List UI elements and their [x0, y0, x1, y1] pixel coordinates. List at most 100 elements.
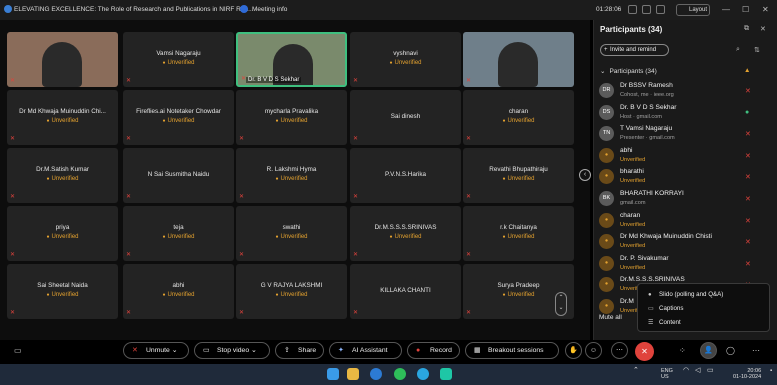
whatsapp-icon[interactable]	[394, 368, 406, 380]
language-indicator[interactable]: ENG US	[661, 368, 673, 380]
mic-muted-icon[interactable]: ✕	[745, 173, 751, 181]
fullscreen-icon[interactable]	[656, 5, 665, 14]
search-icon[interactable]: ⌕	[736, 46, 740, 54]
participant-tile[interactable]: Sai dinesh ✕	[350, 90, 461, 145]
participants-toggle-icon[interactable]: 👤	[700, 342, 717, 359]
mic-muted-icon: ✕	[10, 252, 16, 258]
mic-muted-icon[interactable]: ✕	[745, 87, 751, 95]
mic-muted-icon[interactable]: ✕	[745, 195, 751, 203]
menu-item-captions[interactable]: ▭ Captions	[648, 305, 683, 312]
participant-tile[interactable]: R. Lakshmi Hyma Unverified ✕	[236, 148, 347, 203]
mic-on-icon[interactable]: ●	[745, 109, 749, 116]
close-panel-icon[interactable]: ✕	[760, 25, 766, 33]
telegram-icon[interactable]	[417, 368, 429, 380]
mic-muted-icon[interactable]: ✕	[745, 238, 751, 246]
reactions-icon[interactable]: ☺	[585, 342, 602, 359]
participant-row[interactable]: TN T Vamsi Nagaraju Presenter · gmail.com ✕	[598, 123, 776, 145]
start-icon[interactable]	[327, 368, 339, 380]
participant-tile[interactable]: r.k Chaitanya Unverified ✕	[463, 206, 574, 261]
participant-tile[interactable]: priya Unverified ✕	[7, 206, 118, 261]
participant-tile[interactable]: teja Unverified ✕	[123, 206, 234, 261]
participant-tile[interactable]: vyshnavi Unverified ✕	[350, 32, 461, 87]
participant-row[interactable]: ● abhi Unverified ✕	[598, 145, 776, 167]
mute-all-button[interactable]: Mute all	[599, 314, 622, 321]
chevron-down-icon: ⌄	[600, 68, 606, 75]
participant-row[interactable]: DS Dr. B V D S Sekhar Host · gmail.com ●	[598, 102, 776, 124]
participant-role: Presenter · gmail.com	[620, 135, 675, 142]
share-button[interactable]: ⇪ Share	[275, 342, 324, 359]
meeting-info-link[interactable]: Meeting info	[252, 6, 287, 13]
mic-muted-icon[interactable]: ✕	[745, 260, 751, 268]
clock[interactable]: 20:06 01-10-2024	[733, 368, 761, 380]
mic-muted-icon[interactable]: ✕	[745, 217, 751, 225]
participant-row[interactable]: ● Dr Md Khwaja Muinuddin Chisti Unverified…	[598, 231, 776, 253]
people-icon[interactable]	[642, 5, 651, 14]
participant-tile[interactable]: swathi Unverified ✕	[236, 206, 347, 261]
participant-tile[interactable]: Dr.M.Satish Kumar Unverified ✕	[7, 148, 118, 203]
unverified-badge: Unverified	[463, 234, 574, 240]
participant-row[interactable]: ● bharathi Unverified ✕	[598, 166, 776, 188]
notifications-icon[interactable]: ▪	[770, 368, 772, 374]
breakout-sessions-button[interactable]: ▦ Breakout sessions	[465, 342, 559, 359]
chat-toggle-icon[interactable]: ▭	[14, 346, 22, 355]
participant-row[interactable]: DR Dr BSSV Ramesh Cohost, me · ieee.org ✕	[598, 80, 776, 102]
more-options-button[interactable]: ⋯	[611, 342, 628, 359]
participant-tile[interactable]: G V RAJYA LAKSHMI Unverified ✕	[236, 264, 347, 319]
participant-tile[interactable]: Sai Sheetal Naida Unverified ✕	[7, 264, 118, 319]
record-button[interactable]: ● Record	[407, 342, 460, 359]
video-tile[interactable]: Dr. B V D S Sekhar ✕	[236, 32, 347, 87]
menu-item-content[interactable]: ☰ Content	[648, 319, 681, 326]
participant-row[interactable]: BK BHARATHI KORRAYI gmail.com ✕	[598, 188, 776, 210]
participant-tile[interactable]: Fireflies.ai Notetaker Chowdar Unverified…	[123, 90, 234, 145]
webex-taskbar-icon[interactable]	[440, 368, 452, 380]
participant-tile[interactable]: N Sai Susmitha Naidu ✕	[123, 148, 234, 203]
unverified-badge: Unverified	[7, 234, 118, 240]
tile-name: Fireflies.ai Notetaker Chowdar	[136, 108, 221, 115]
participant-tile[interactable]: abhi Unverified ✕	[123, 264, 234, 319]
volume-icon[interactable]: ◁	[695, 367, 700, 374]
layout-button[interactable]: Layout	[676, 4, 710, 16]
unverified-badge: Unverified	[463, 176, 574, 182]
leave-meeting-button[interactable]: ✕	[635, 342, 654, 361]
mic-muted-icon: ✕	[353, 136, 359, 142]
shield-icon[interactable]	[628, 5, 637, 14]
participant-tile[interactable]: Vamsi Nagaraju Unverified ✕	[123, 32, 234, 87]
video-tile[interactable]: ✕	[7, 32, 118, 87]
participants-section-header[interactable]: ⌄ Participants (34)	[600, 67, 657, 75]
participant-tile[interactable]: P.V.N.S.Harika ✕	[350, 148, 461, 203]
chat-icon[interactable]: ◯	[726, 346, 735, 355]
hand-icon[interactable]: ✋	[565, 342, 582, 359]
close-window-icon[interactable]: ✕	[762, 5, 769, 14]
mic-muted-icon[interactable]: ✕	[745, 152, 751, 160]
battery-icon[interactable]: ▭	[707, 367, 714, 374]
participant-tile[interactable]: charan Unverified ✕	[463, 90, 574, 145]
ai-assistant-button[interactable]: ✦ AI Assistant	[329, 342, 402, 359]
invite-and-remind-button[interactable]: + Invite and remind	[600, 44, 669, 56]
video-tile[interactable]: ✕	[463, 32, 574, 87]
more-icon[interactable]: ⋯	[752, 346, 760, 355]
maximize-icon[interactable]: ☐	[742, 5, 749, 14]
participant-tile[interactable]: Dr.M.S.S.S.SRINIVAS Unverified ✕	[350, 206, 461, 261]
participant-row[interactable]: ● Dr. P. Sivakumar Unverified ✕	[598, 253, 776, 275]
stop-video-button[interactable]: ▭ Stop video ⌄	[194, 342, 270, 359]
participant-tile[interactable]: mycharla Pravalika Unverified ✕	[236, 90, 347, 145]
file-explorer-icon[interactable]	[347, 368, 359, 380]
tray-chevron-icon[interactable]: ⌃	[633, 367, 639, 374]
menu-item-slido[interactable]: ● Slido (polling and Q&A)	[648, 291, 723, 298]
avatar: ●	[599, 277, 614, 293]
minimize-icon[interactable]: —	[722, 5, 730, 14]
collapse-panel-button[interactable]: ‹	[579, 169, 591, 181]
grid-scroll-control[interactable]: ⌃ ⌄	[555, 292, 567, 316]
participant-tile[interactable]: KILLAKA CHANTI ✕	[350, 264, 461, 319]
unmute-button[interactable]: ✕ Unmute ⌄	[123, 342, 189, 359]
apps-icon[interactable]: ⁘	[679, 346, 686, 355]
popout-icon[interactable]: ⧉	[744, 25, 749, 33]
sort-icon[interactable]: ⇅	[754, 46, 760, 54]
participant-tile[interactable]: Dr Md Khwaja Muinuddin Chi... Unverified ✕	[7, 90, 118, 145]
meeting-info-icon[interactable]	[240, 5, 248, 13]
edge-icon[interactable]	[370, 368, 382, 380]
participant-row[interactable]: ● charan Unverified ✕	[598, 210, 776, 232]
participant-tile[interactable]: Revathi Bhupathiraju Unverified ✕	[463, 148, 574, 203]
network-icon[interactable]: ◠	[683, 367, 689, 374]
mic-muted-icon[interactable]: ✕	[745, 130, 751, 138]
